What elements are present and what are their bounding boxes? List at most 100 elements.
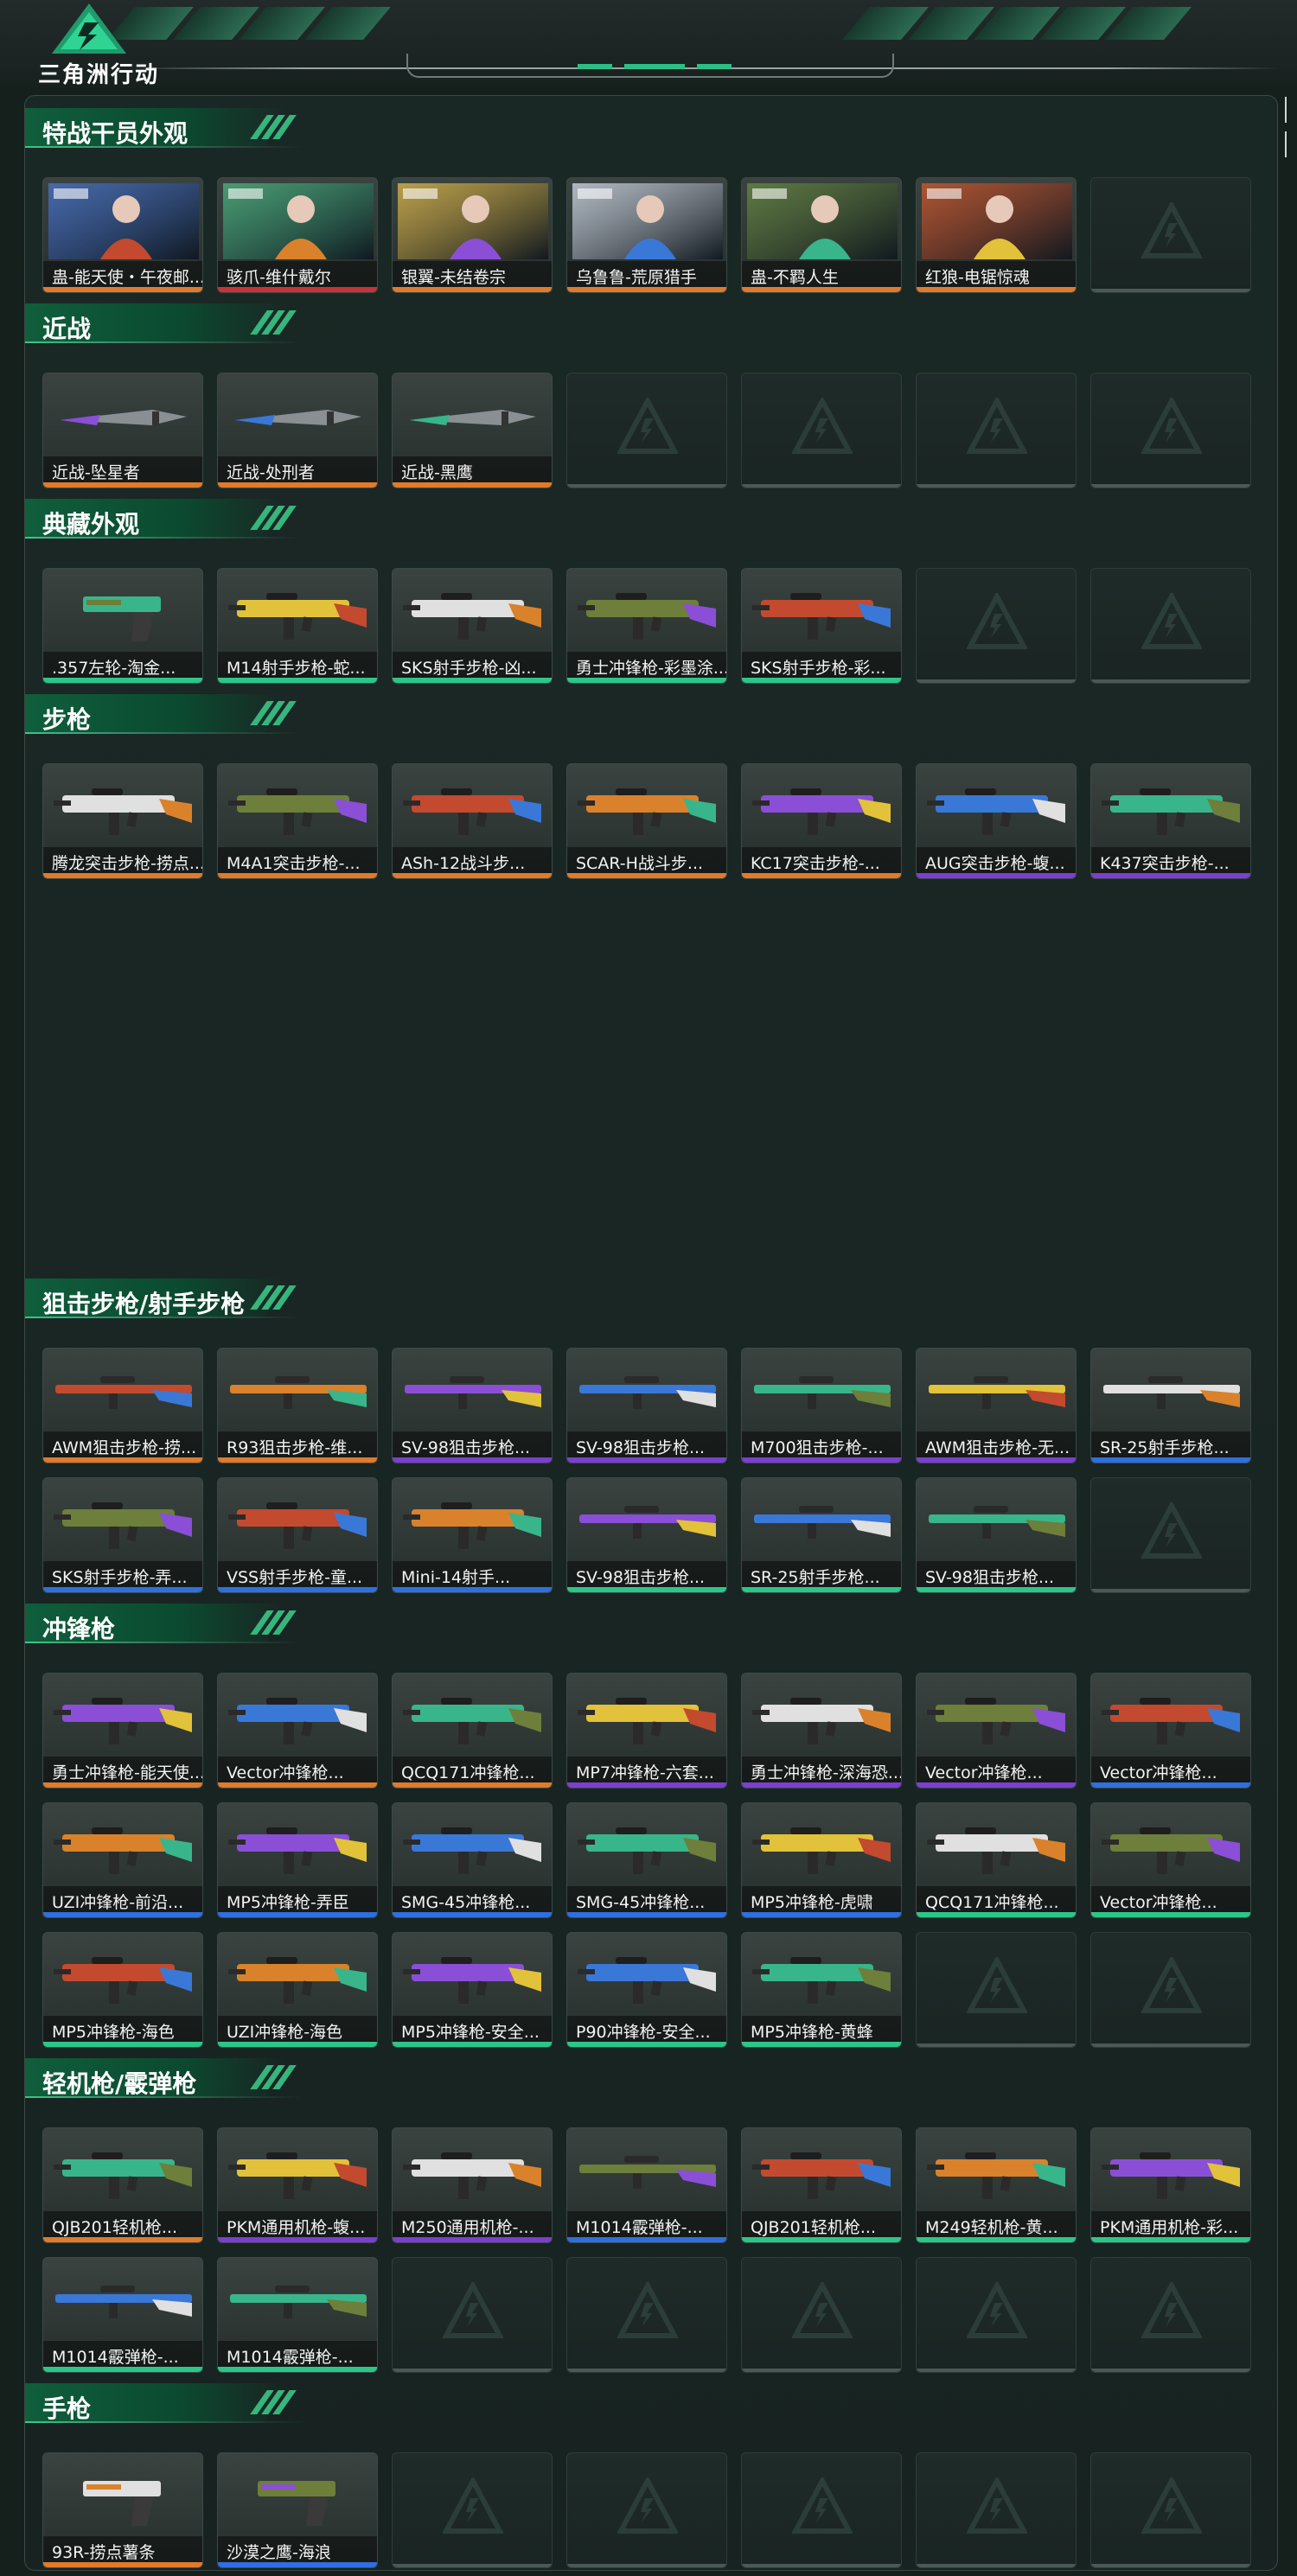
operator-artwork <box>922 183 1072 259</box>
item-card[interactable]: AWM狙击步枪-捞... <box>42 1348 203 1463</box>
rarity-bar <box>218 1782 377 1788</box>
placeholder-logo-icon <box>967 398 1027 454</box>
rarity-bar <box>43 287 202 292</box>
rarity-bar <box>43 2237 202 2242</box>
empty-slot-bar <box>1091 289 1250 292</box>
item-card[interactable]: SKS射手步枪-彩... <box>741 568 902 684</box>
item-card[interactable]: UZI冲锋枪-海色 <box>217 1932 378 2048</box>
scrollbar[interactable] <box>1280 97 1292 157</box>
item-card[interactable]: 蛊-能天使・午夜邮... <box>42 177 203 293</box>
pistol-artwork <box>83 2481 161 2526</box>
item-card[interactable]: 蛊-不羁人生 <box>741 177 902 293</box>
item-name: KC17突击步枪-... <box>742 847 901 873</box>
rarity-bar <box>1091 2237 1250 2242</box>
item-card[interactable]: .357左轮-淘金... <box>42 568 203 684</box>
item-card[interactable]: 勇士冲锋枪-深海恐... <box>741 1673 902 1789</box>
item-card[interactable]: 腾龙突击步枪-捞点... <box>42 763 203 879</box>
item-card[interactable]: R93狙击步枪-维... <box>217 1348 378 1463</box>
item-card[interactable]: MP5冲锋枪-海色 <box>42 1932 203 2048</box>
item-card[interactable]: 近战-黑鹰 <box>392 373 553 488</box>
item-card[interactable]: 近战-坠星者 <box>42 373 203 488</box>
empty-slot <box>1090 1477 1251 1593</box>
item-name: Vector冲锋枪... <box>1091 1757 1250 1782</box>
section-header: 近战 <box>25 303 310 343</box>
sniper-artwork <box>929 1376 1065 1409</box>
item-card[interactable]: SV-98狙击步枪... <box>392 1348 553 1463</box>
melee-artwork <box>410 410 536 425</box>
item-card[interactable]: QCQ171冲锋枪... <box>392 1673 553 1789</box>
item-card[interactable]: PKM通用机枪-彩... <box>1090 2127 1251 2243</box>
item-card[interactable]: KC17突击步枪-... <box>741 763 902 879</box>
item-card[interactable]: SV-98狙击步枪... <box>916 1477 1077 1593</box>
item-card[interactable]: ASh-12战斗步... <box>392 763 553 879</box>
item-name: QCQ171冲锋枪... <box>393 1757 552 1782</box>
item-card[interactable]: 勇士冲锋枪-能天使... <box>42 1673 203 1789</box>
item-card[interactable]: SKS射手步枪-弄... <box>42 1477 203 1593</box>
item-card[interactable]: AWM狙击步枪-无... <box>916 1348 1077 1463</box>
item-card[interactable]: M4A1突击步枪-... <box>217 763 378 879</box>
item-card[interactable]: 93R-捞点薯条 <box>42 2452 203 2568</box>
item-card[interactable]: AUG突击步枪-蝮... <box>916 763 1077 879</box>
item-name: SV-98狙击步枪... <box>567 1431 726 1457</box>
item-card[interactable]: 骇爪-维什戴尔 <box>217 177 378 293</box>
placeholder-logo-icon <box>1141 2477 1202 2534</box>
rarity-bar <box>43 2367 202 2372</box>
rarity-bar <box>393 1912 552 1917</box>
item-card[interactable]: 沙漠之鹰-海浪 <box>217 2452 378 2568</box>
item-card[interactable]: Vector冲锋枪... <box>916 1673 1077 1789</box>
item-card[interactable]: 近战-处刑者 <box>217 373 378 488</box>
item-card[interactable]: SV-98狙击步枪... <box>566 1348 727 1463</box>
item-card[interactable]: Mini-14射手... <box>392 1477 553 1593</box>
item-card[interactable]: MP5冲锋枪-黄蜂 <box>741 1932 902 2048</box>
item-name: UZI冲锋枪-前沿... <box>43 1886 202 1912</box>
item-card[interactable]: SR-25射手步枪... <box>1090 1348 1251 1463</box>
shotgun-artwork <box>55 2286 192 2318</box>
placeholder-logo-icon <box>792 2477 853 2534</box>
item-card[interactable]: M250通用机枪-... <box>392 2127 553 2243</box>
item-name: Vector冲锋枪... <box>1091 1886 1250 1912</box>
item-card[interactable]: SMG-45冲锋枪... <box>566 1802 727 1918</box>
melee-artwork <box>61 410 187 425</box>
item-card[interactable]: SCAR-H战斗步... <box>566 763 727 879</box>
item-card[interactable]: SR-25射手步枪... <box>741 1477 902 1593</box>
item-card[interactable]: MP5冲锋枪-弄臣 <box>217 1802 378 1918</box>
rifle-artwork <box>228 788 367 835</box>
item-card[interactable]: QCQ171冲锋枪... <box>916 1802 1077 1918</box>
item-card[interactable]: M249轻机枪-黄... <box>916 2127 1077 2243</box>
item-card[interactable]: M1014霰弹枪-... <box>42 2257 203 2373</box>
item-card[interactable]: 红狼-电锯惊魂 <box>916 177 1077 293</box>
item-card[interactable]: SV-98狙击步枪... <box>566 1477 727 1593</box>
empty-slot <box>1090 1932 1251 2048</box>
item-card[interactable]: 乌鲁鲁-荒原猎手 <box>566 177 727 293</box>
shotgun-artwork <box>230 2286 367 2318</box>
item-card[interactable]: MP7冲锋枪-六套... <box>566 1673 727 1789</box>
item-card[interactable]: 银翼-未结卷宗 <box>392 177 553 293</box>
item-name: MP5冲锋枪-海色 <box>43 2016 202 2042</box>
item-card[interactable]: QJB201轻机枪... <box>741 2127 902 2243</box>
item-card[interactable]: SMG-45冲锋枪... <box>392 1802 553 1918</box>
item-card[interactable]: M14射手步枪-蛇... <box>217 568 378 684</box>
item-card[interactable]: SKS射手步枪-凶... <box>392 568 553 684</box>
empty-slot <box>741 2257 902 2373</box>
smg-artwork <box>54 1957 192 2004</box>
item-card[interactable]: VSS射手步枪-童... <box>217 1477 378 1593</box>
item-card[interactable]: P90冲锋枪-安全... <box>566 1932 727 2048</box>
item-card[interactable]: QJB201轻机枪... <box>42 2127 203 2243</box>
item-card[interactable]: MP5冲锋枪-虎啸 <box>741 1802 902 1918</box>
item-card[interactable]: Vector冲锋枪... <box>1090 1802 1251 1918</box>
item-card[interactable]: Vector冲锋枪... <box>217 1673 378 1789</box>
empty-slot <box>1090 373 1251 488</box>
item-card[interactable]: Vector冲锋枪... <box>1090 1673 1251 1789</box>
item-card[interactable]: M1014霰弹枪-... <box>217 2257 378 2373</box>
item-card[interactable]: M1014霰弹枪-... <box>566 2127 727 2243</box>
item-card[interactable]: K437突击步枪-... <box>1090 763 1251 879</box>
item-card[interactable]: UZI冲锋枪-前沿... <box>42 1802 203 1918</box>
item-card[interactable]: 勇士冲锋枪-彩墨涂... <box>566 568 727 684</box>
item-card[interactable]: MP5冲锋枪-安全... <box>392 1932 553 2048</box>
placeholder-logo-icon <box>1141 2282 1202 2338</box>
item-card[interactable]: M700狙击步枪-... <box>741 1348 902 1463</box>
smg-artwork <box>54 1827 192 1874</box>
empty-slot-bar <box>917 2564 1076 2567</box>
item-name: SKS射手步枪-弄... <box>43 1561 202 1587</box>
item-card[interactable]: PKM通用机枪-蝮... <box>217 2127 378 2243</box>
